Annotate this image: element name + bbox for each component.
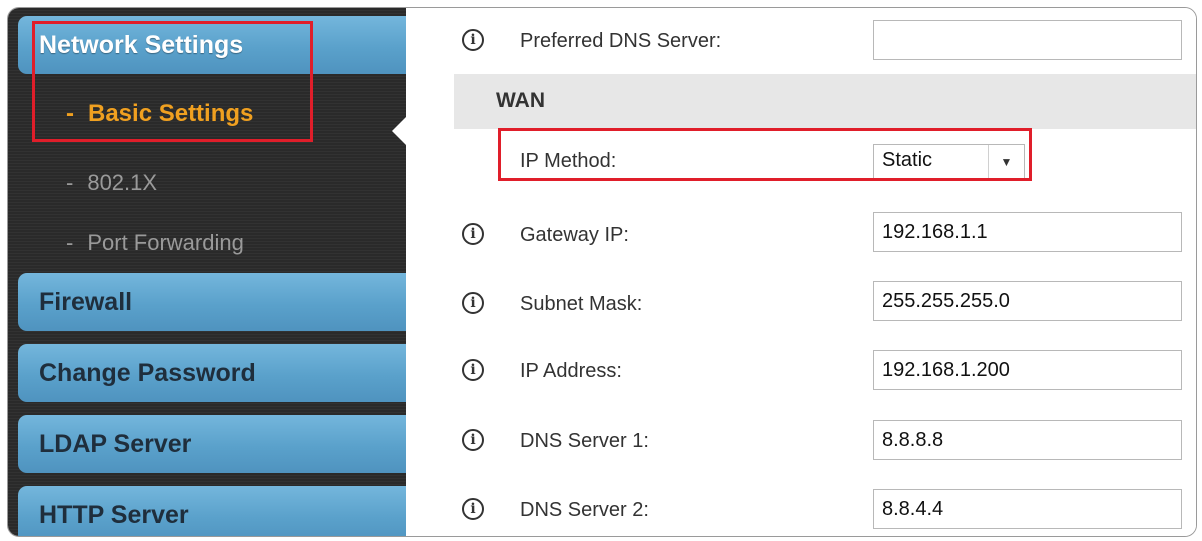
subnet-mask-label: Subnet Mask: — [520, 293, 643, 315]
select-value: Static — [882, 149, 933, 171]
sidebar-item-label: Change Password — [39, 358, 256, 387]
info-icon[interactable]: i — [462, 359, 484, 381]
dns-server-1-label: DNS Server 1: — [520, 430, 649, 452]
preferred-dns-label: Preferred DNS Server: — [520, 30, 722, 52]
sidebar-item-label: LDAP Server — [39, 429, 192, 458]
ip-address-input[interactable] — [873, 350, 1182, 390]
info-icon[interactable]: i — [462, 29, 484, 51]
dash-marker: - — [66, 100, 74, 127]
sidebar-subitem-basic-settings[interactable]: - Basic Settings — [66, 100, 253, 128]
sidebar-subitem-802-1x[interactable]: -802.1X — [66, 170, 157, 196]
ip-method-select[interactable]: Static ▼ — [873, 144, 1025, 180]
sidebar-subitem-label: Port Forwarding — [87, 230, 244, 255]
gateway-ip-label: Gateway IP: — [520, 224, 629, 246]
sidebar-item-firewall[interactable]: Firewall — [18, 273, 406, 331]
dns-server-1-input[interactable] — [873, 420, 1182, 460]
section-title: WAN — [496, 89, 545, 112]
subnet-mask-input[interactable] — [873, 281, 1182, 321]
dns-server-2-label: DNS Server 2: — [520, 499, 649, 521]
app-frame: Network Settings - Basic Settings -802.1X… — [7, 7, 1197, 537]
sidebar-item-http-server[interactable]: HTTP Server — [18, 486, 406, 536]
sidebar-item-label: Network Settings — [39, 30, 244, 59]
wan-section-header: WAN — [454, 74, 1196, 129]
info-icon[interactable]: i — [462, 429, 484, 451]
sidebar-item-label: HTTP Server — [39, 500, 189, 529]
sidebar-item-ldap-server[interactable]: LDAP Server — [18, 415, 406, 473]
sidebar-item-change-password[interactable]: Change Password — [18, 344, 406, 402]
ip-address-label: IP Address: — [520, 360, 622, 382]
sidebar: Network Settings - Basic Settings -802.1X… — [8, 8, 408, 536]
dash-marker: - — [66, 230, 74, 255]
gateway-ip-input[interactable] — [873, 212, 1182, 252]
info-icon[interactable]: i — [462, 223, 484, 245]
sidebar-item-label: Firewall — [39, 287, 133, 316]
dash-marker: - — [66, 170, 74, 195]
chevron-down-icon: ▼ — [988, 145, 1024, 179]
info-icon[interactable]: i — [462, 498, 484, 520]
ip-method-label: IP Method: — [520, 150, 617, 172]
sidebar-subitem-label: 802.1X — [87, 170, 158, 195]
sidebar-subitem-port-forwarding[interactable]: - Port Forwarding — [66, 230, 244, 256]
settings-panel: i Preferred DNS Server: WAN IP Method: S… — [406, 8, 1196, 536]
dns-server-2-input[interactable] — [873, 489, 1182, 529]
info-icon[interactable]: i — [462, 292, 484, 314]
sidebar-subitem-label: Basic Settings — [88, 100, 254, 127]
sidebar-item-network-settings[interactable]: Network Settings — [18, 16, 406, 74]
preferred-dns-input[interactable] — [873, 20, 1182, 60]
